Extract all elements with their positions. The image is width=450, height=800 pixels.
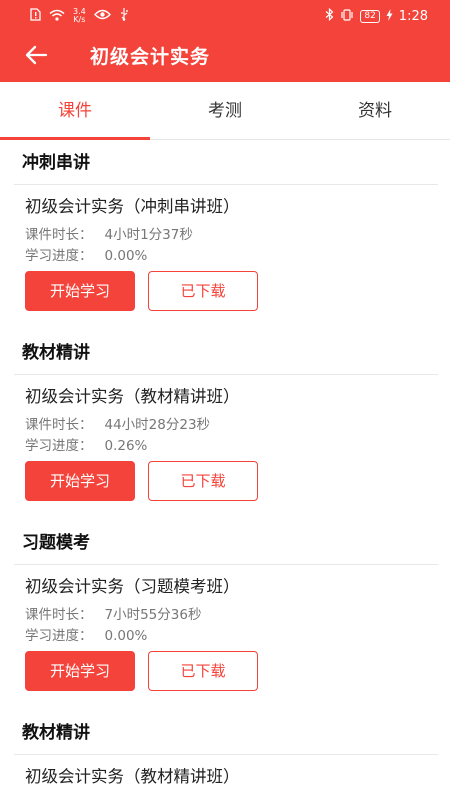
status-bar: 3.4 K/s 82 1:28: [0, 0, 450, 32]
clock: 1:28: [398, 8, 428, 24]
tab-materials[interactable]: 资料: [300, 82, 450, 140]
eye-icon: [93, 9, 111, 23]
app-bar: 初级会计实务: [0, 32, 450, 82]
section-title: 冲刺串讲: [22, 153, 90, 173]
course-section: 冲刺串讲 初级会计实务（冲刺串讲班） 课件时长： 4小时1分37秒 学习进度： 0.…: [0, 141, 450, 331]
network-speed: 3.4 K/s: [73, 7, 86, 24]
tab-courseware[interactable]: 课件: [0, 82, 150, 140]
downloaded-button[interactable]: 已下载: [148, 271, 258, 311]
tab-bar: 课件 考测 资料: [0, 82, 450, 140]
course-section: 教材精讲 初级会计实务（教材精讲班） 课件时长： 44小时28分23秒 学习进度：…: [0, 331, 450, 521]
usb-icon: [119, 8, 129, 24]
arrow-left-icon: [24, 45, 48, 69]
sim-alert-icon: [30, 8, 41, 24]
course-name[interactable]: 初级会计实务（教材精讲班）: [25, 765, 240, 789]
start-learning-button[interactable]: 开始学习: [25, 651, 135, 691]
status-left: 3.4 K/s: [30, 6, 129, 26]
course-duration: 课件时长： 7小时55分36秒: [25, 607, 202, 623]
section-title: 教材精讲: [22, 723, 90, 743]
divider: [14, 754, 438, 755]
course-name[interactable]: 初级会计实务（教材精讲班）: [25, 385, 240, 409]
charging-icon: [386, 8, 393, 24]
course-duration: 课件时长： 44小时28分23秒: [25, 417, 211, 433]
course-progress: 学习进度： 0.26%: [25, 438, 148, 454]
section-title: 习题模考: [22, 533, 90, 553]
battery-level: 82: [360, 9, 380, 23]
course-section: 习题模考 初级会计实务（习题模考班） 课件时长： 7小时55分36秒 学习进度： 0…: [0, 521, 450, 711]
wifi-icon: [49, 9, 65, 24]
course-name[interactable]: 初级会计实务（习题模考班）: [25, 575, 240, 599]
divider: [14, 184, 438, 185]
start-learning-button[interactable]: 开始学习: [25, 461, 135, 501]
start-learning-button[interactable]: 开始学习: [25, 271, 135, 311]
back-button[interactable]: [16, 40, 56, 74]
course-progress: 学习进度： 0.00%: [25, 248, 148, 264]
course-name[interactable]: 初级会计实务（冲刺串讲班）: [25, 195, 240, 219]
divider: [14, 564, 438, 565]
course-progress: 学习进度： 0.00%: [25, 628, 148, 644]
tab-tests[interactable]: 考测: [150, 82, 300, 140]
section-title: 教材精讲: [22, 343, 90, 363]
downloaded-button[interactable]: 已下载: [148, 461, 258, 501]
bluetooth-icon: [325, 7, 334, 24]
course-duration: 课件时长： 4小时1分37秒: [25, 227, 193, 243]
divider: [14, 374, 438, 375]
vibrate-icon: [340, 8, 354, 24]
tab-indicator: [0, 137, 150, 140]
page-title: 初级会计实务: [90, 46, 211, 68]
downloaded-button[interactable]: 已下载: [148, 651, 258, 691]
status-right: 82 1:28: [325, 6, 428, 26]
course-section: 教材精讲 初级会计实务（教材精讲班）: [0, 711, 450, 800]
